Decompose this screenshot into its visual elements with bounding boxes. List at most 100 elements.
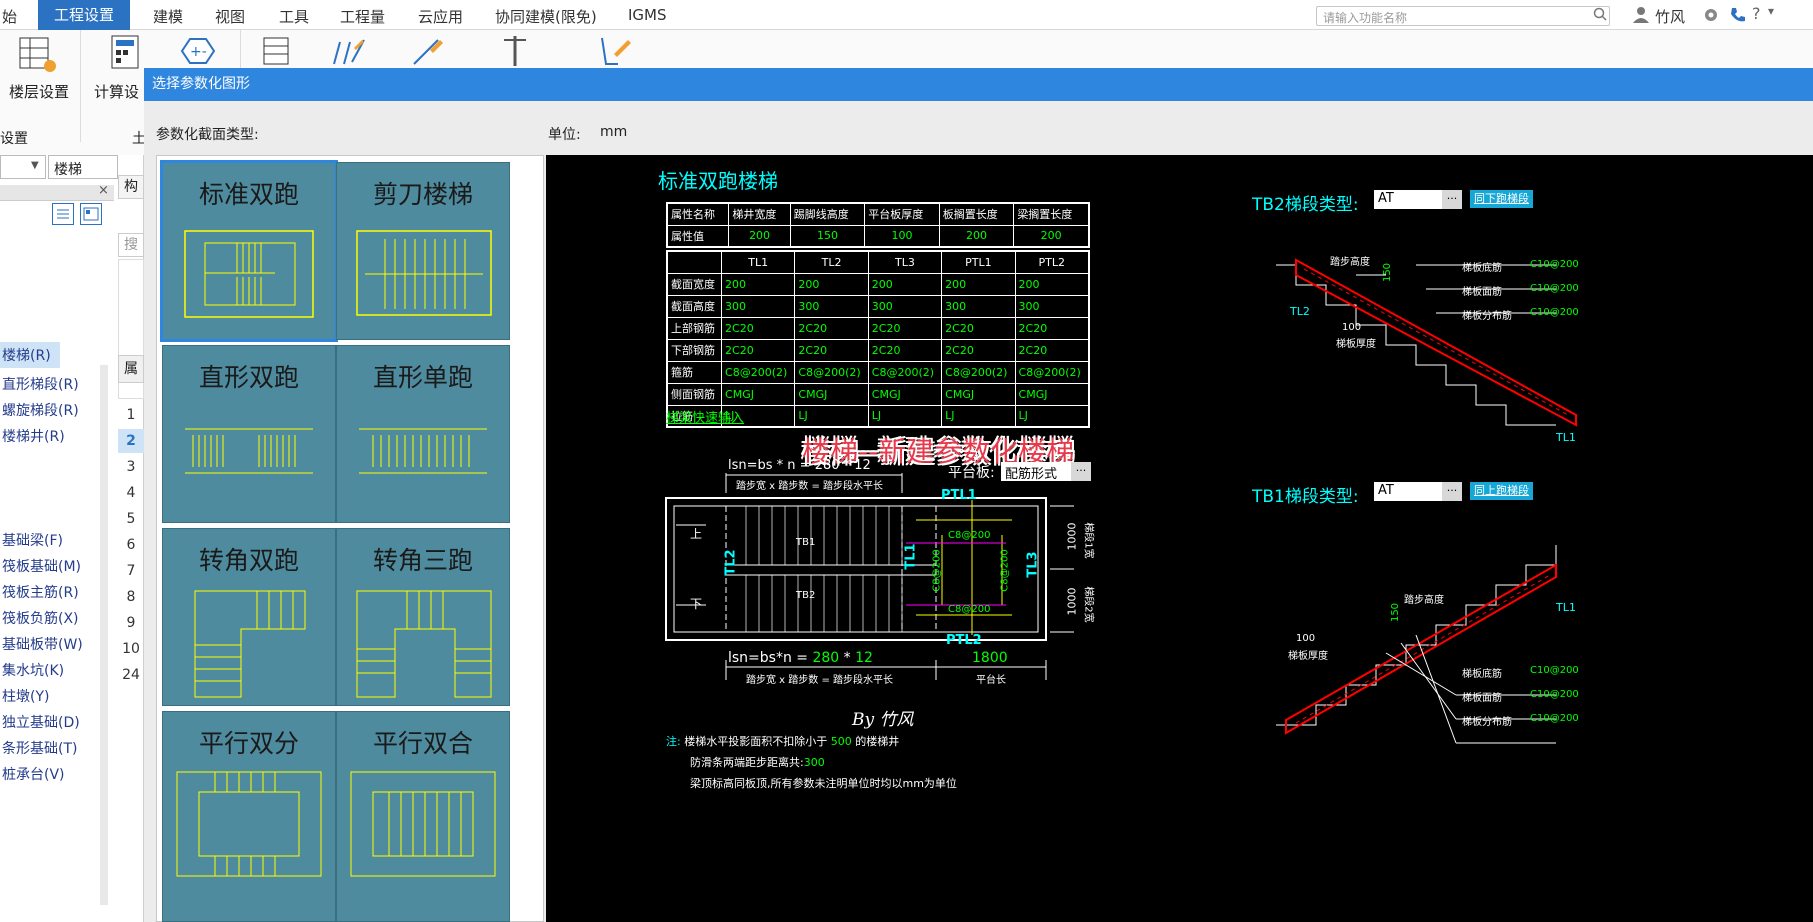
- chevron-down-icon[interactable]: ▾: [1768, 4, 1774, 18]
- note-2-value[interactable]: 300: [804, 756, 825, 769]
- attr-value-cell[interactable]: 100: [864, 224, 940, 248]
- beam-value-cell[interactable]: 2C20: [1014, 316, 1090, 340]
- component-search[interactable]: 搜: [118, 233, 144, 257]
- tree-item-spiral-flight[interactable]: 螺旋梯段(R): [0, 397, 81, 423]
- thumb-scissor[interactable]: 剪刀楼梯: [336, 162, 510, 340]
- thumb-parallel-merge[interactable]: 平行双合: [336, 711, 510, 922]
- attr-value-cell[interactable]: 150: [789, 224, 866, 248]
- tb1-same-button[interactable]: 同上跑梯段: [1470, 482, 1533, 500]
- thumb-corner-triple[interactable]: 转角三跑: [336, 528, 510, 706]
- beam-value-cell[interactable]: CMGJ: [794, 382, 869, 406]
- component-combo[interactable]: 楼梯: [48, 155, 118, 179]
- tb1-type-input[interactable]: AT: [1374, 482, 1442, 501]
- cad-drawing-canvas[interactable]: 标准双跑楼梯 属性名称 梯井宽度 踢脚线高度 平台板厚度 板搁置长度 梁搁置长度…: [546, 155, 1813, 922]
- attr-value-cell[interactable]: 200: [938, 224, 1015, 248]
- tree-item-sump[interactable]: 集水坑(K): [0, 657, 66, 683]
- tb1-dots-button[interactable]: ···: [1442, 482, 1462, 501]
- menu-modeling[interactable]: 建模: [153, 6, 183, 27]
- beam-value-cell[interactable]: C8@200(2): [1014, 360, 1090, 384]
- user-name[interactable]: 竹风: [1655, 6, 1685, 27]
- tb2-dots-button[interactable]: ···: [1442, 190, 1462, 209]
- tree-item-strip-footing[interactable]: 条形基础(T): [0, 735, 79, 761]
- pen-icon[interactable]: [330, 34, 366, 72]
- beam-value-cell[interactable]: 2C20: [721, 316, 796, 340]
- scrollbar[interactable]: [100, 365, 108, 905]
- beam-value-cell[interactable]: 2C20: [867, 316, 943, 340]
- beam-value-cell[interactable]: 2C20: [941, 338, 1016, 362]
- grid-view-icon[interactable]: [80, 203, 102, 225]
- menu-cloud[interactable]: 云应用: [418, 6, 463, 27]
- beam-value-cell[interactable]: 300: [721, 294, 796, 318]
- calc-settings-button[interactable]: 计算设: [94, 81, 139, 102]
- lsn-n-value[interactable]: 12: [855, 650, 873, 666]
- floor-settings-icon[interactable]: [18, 36, 58, 80]
- beam-value-cell[interactable]: LJ: [867, 404, 943, 428]
- beam-value-cell[interactable]: 2C20: [941, 316, 1016, 340]
- phone-icon[interactable]: [1728, 6, 1746, 24]
- menu-start[interactable]: 始: [2, 6, 17, 27]
- beam-value-cell[interactable]: 200: [1014, 272, 1090, 296]
- attr-value-cell[interactable]: 200: [728, 224, 791, 248]
- beam-value-cell[interactable]: C8@200(2): [721, 360, 796, 384]
- add-layer-icon[interactable]: +-: [178, 36, 218, 70]
- search-icon[interactable]: [1593, 7, 1607, 21]
- beam-value-cell[interactable]: CMGJ: [1014, 382, 1090, 406]
- beam-value-cell[interactable]: 2C20: [794, 316, 869, 340]
- menu-view[interactable]: 视图: [215, 6, 245, 27]
- tb2-type-input[interactable]: AT: [1374, 190, 1442, 209]
- menu-igms[interactable]: IGMS: [628, 6, 667, 24]
- menu-collab[interactable]: 协同建模(限免): [495, 6, 597, 27]
- beam-value-cell[interactable]: CMGJ: [941, 382, 1016, 406]
- floor-settings-button[interactable]: 楼层设置: [9, 81, 69, 102]
- tree-item-slab-strip[interactable]: 基础板带(W): [0, 631, 85, 657]
- tree-item-stair-well[interactable]: 楼梯井(R): [0, 423, 67, 449]
- beam-quick-input-link[interactable]: 梯梁快速输入: [666, 407, 744, 426]
- tree-item-raft[interactable]: 筏板基础(M): [0, 553, 83, 579]
- tree-item-isolated-footing[interactable]: 独立基础(D): [0, 709, 82, 735]
- thumb-standard-double[interactable]: 标准双跑: [160, 160, 338, 342]
- beam-value-cell[interactable]: 300: [867, 294, 943, 318]
- row-number-selected[interactable]: 2: [118, 429, 144, 453]
- list-view-icon[interactable]: [52, 203, 74, 225]
- thumb-straight-single[interactable]: 直形单跑: [336, 345, 510, 523]
- attr-value-cell[interactable]: 200: [1013, 224, 1090, 248]
- tree-item-raft-main-rebar[interactable]: 筏板主筋(R): [0, 579, 81, 605]
- tree-item-pier[interactable]: 柱墩(Y): [0, 683, 51, 709]
- beam-value-cell[interactable]: C8@200(2): [867, 360, 943, 384]
- gear-icon[interactable]: [1702, 6, 1720, 24]
- tree-item-foundation-beam[interactable]: 基础梁(F): [0, 527, 65, 553]
- tree-item-raft-negative-rebar[interactable]: 筏板负筋(X): [0, 605, 81, 631]
- note-1-value[interactable]: 500: [831, 735, 852, 748]
- tb2-same-button[interactable]: 同下跑梯段: [1470, 190, 1533, 208]
- tree-item-straight-flight[interactable]: 直形梯段(R): [0, 371, 81, 397]
- platform-length-value[interactable]: 1800: [972, 650, 1008, 666]
- thumb-corner-double[interactable]: 转角双跑: [162, 528, 336, 706]
- beam-value-cell[interactable]: C8@200(2): [794, 360, 869, 384]
- beam-value-cell[interactable]: 300: [941, 294, 1016, 318]
- beam-value-cell[interactable]: 2C20: [721, 338, 796, 362]
- lsn-bs-value[interactable]: 280: [812, 650, 839, 666]
- table-icon[interactable]: [262, 36, 292, 70]
- tree-item-pile-cap[interactable]: 桩承台(V): [0, 761, 67, 787]
- column-icon[interactable]: [500, 34, 530, 72]
- beam-value-cell[interactable]: 200: [941, 272, 1016, 296]
- pen-icon-3[interactable]: [598, 34, 634, 72]
- help-icon[interactable]: ?: [1752, 4, 1761, 23]
- beam-value-cell[interactable]: CMGJ: [867, 382, 943, 406]
- pen-icon-2[interactable]: [410, 34, 446, 72]
- thumb-straight-double[interactable]: 直形双跑: [162, 345, 336, 523]
- beam-value-cell[interactable]: C8@200(2): [941, 360, 1016, 384]
- beam-value-cell[interactable]: 200: [721, 272, 796, 296]
- beam-value-cell[interactable]: 2C20: [794, 338, 869, 362]
- search-input[interactable]: 请输入功能名称: [1316, 6, 1610, 26]
- menu-tools[interactable]: 工具: [279, 6, 309, 27]
- menu-project-settings[interactable]: 工程设置: [38, 0, 131, 30]
- menu-quantity[interactable]: 工程量: [340, 6, 385, 27]
- beam-value-cell[interactable]: 200: [867, 272, 943, 296]
- avatar-icon[interactable]: [1632, 5, 1650, 23]
- beam-value-cell[interactable]: LJ: [1014, 404, 1090, 428]
- beam-value-cell[interactable]: 300: [794, 294, 869, 318]
- tree-item-stairs[interactable]: 楼梯(R): [0, 342, 60, 368]
- calc-settings-icon[interactable]: [110, 34, 146, 78]
- beam-value-cell[interactable]: 300: [1014, 294, 1090, 318]
